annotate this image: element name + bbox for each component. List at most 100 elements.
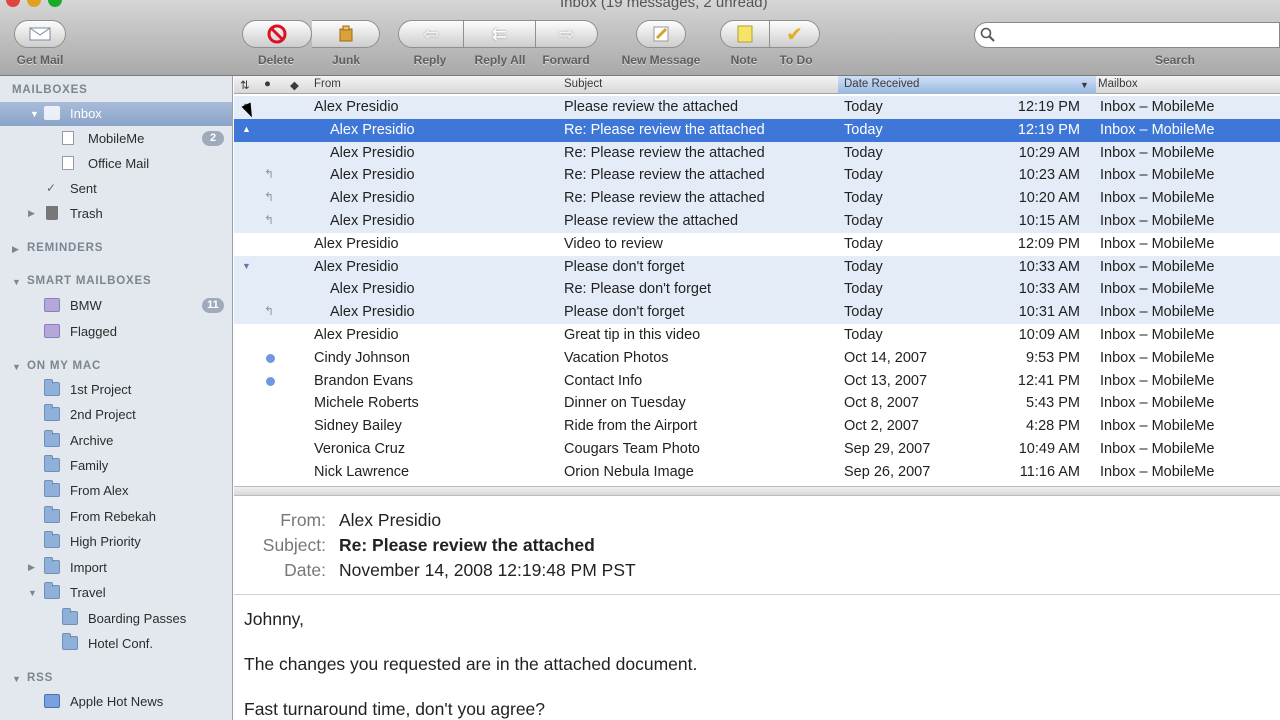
from-value[interactable]: Alex Presidio: [339, 510, 441, 531]
message-time: 10:29 AM: [1018, 144, 1080, 161]
disclosure-triangle-icon[interactable]: ▼: [12, 362, 21, 372]
message-subject: Great tip in this video: [564, 327, 701, 343]
subject-label: Subject:: [262, 535, 326, 555]
reply-all-button[interactable]: ⇇: [464, 20, 536, 48]
sidebar-item-inbox[interactable]: ▼ Inbox: [0, 102, 232, 126]
message-row[interactable]: Nick Lawrence Orion Nebula Image Sep 26, 2…: [234, 461, 1280, 484]
sidebar-item-folder[interactable]: ▼ Travel: [0, 581, 232, 605]
sidebar-item-flagged[interactable]: Flagged: [0, 320, 232, 344]
message-row[interactable]: ▲ Alex Presidio Re: Please review the atta…: [234, 118, 1280, 142]
subject-value: Re: Please review the attached: [339, 535, 595, 555]
message-mailbox: Inbox – MobileMe: [1100, 395, 1215, 412]
disclosure-triangle-icon[interactable]: ▼: [12, 674, 21, 684]
message-list: ⇅ ● ◆ From Subject Date Received ▼ Mailb…: [234, 76, 1280, 494]
message-from: Brandon Evans: [314, 372, 414, 389]
search-field[interactable]: [974, 22, 1280, 48]
minimize-window-button[interactable]: [27, 0, 41, 7]
compose-icon: [653, 26, 669, 42]
message-row[interactable]: Sidney Bailey Ride from the Airport Oct 2,…: [234, 415, 1280, 438]
message-mailbox: Inbox – MobileMe: [1100, 121, 1215, 138]
reminders-header: REMINDERS: [27, 242, 104, 254]
message-mailbox: Inbox – MobileMe: [1100, 441, 1215, 457]
message-subject: Please don't forget: [564, 258, 685, 275]
message-date: Oct 13, 2007: [844, 372, 928, 389]
sidebar-item-trash[interactable]: ▶ Trash: [0, 202, 232, 226]
body-paragraph: The changes you requested are in the att…: [244, 654, 698, 674]
sidebar-item-subfolder[interactable]: Boarding Passes: [0, 607, 232, 631]
thread-column-icon[interactable]: ⇅: [240, 78, 250, 92]
sidebar-item-subfolder[interactable]: Hotel Conf.: [0, 632, 232, 656]
sidebar-item-folder[interactable]: 1st Project: [0, 378, 232, 402]
sidebar-item-folder[interactable]: 2nd Project: [0, 403, 232, 427]
disclosure-triangle-icon: ▶: [28, 208, 35, 218]
disclosure-triangle-icon: ▼: [28, 588, 37, 598]
junk-label: Junk: [331, 53, 360, 67]
sidebar-item-folder[interactable]: Family: [0, 454, 232, 478]
disclosure-triangle-icon[interactable]: ▶: [12, 244, 19, 255]
unread-column-icon[interactable]: ●: [264, 78, 271, 90]
sidebar-item-folder[interactable]: From Alex: [0, 479, 232, 503]
junk-button[interactable]: [312, 20, 380, 48]
message-time: 10:20 AM: [1018, 190, 1080, 207]
message-row[interactable]: ↰ Alex Presidio Re: Please review the atta…: [234, 164, 1280, 188]
folder-icon: [44, 582, 60, 599]
note-button[interactable]: [720, 20, 770, 48]
message-row[interactable]: Alex Presidio Re: Please review the attac…: [234, 141, 1280, 165]
message-mailbox: Inbox – MobileMe: [1100, 99, 1215, 115]
column-subject[interactable]: Subject: [564, 78, 602, 90]
folder-icon: [44, 455, 60, 472]
message-from: Alex Presidio: [330, 121, 415, 138]
trash-icon: [46, 206, 58, 220]
message-row[interactable]: Alex Presidio Great tip in this video Toda…: [234, 324, 1280, 347]
sidebar-item-sent[interactable]: ✓ Sent: [0, 177, 232, 201]
message-row[interactable]: ↰ Alex Presidio Please don't forget Today 10…: [234, 301, 1280, 324]
sidebar-item-bmw[interactable]: BMW 11: [0, 294, 232, 318]
message-from: Veronica Cruz: [314, 441, 406, 457]
sidebar-item-folder[interactable]: High Priority: [0, 530, 232, 554]
sent-icon: ✓: [46, 181, 57, 195]
pane-splitter[interactable]: [234, 486, 1280, 496]
message-row[interactable]: ▼ Alex Presidio Please review the attached…: [234, 96, 1280, 119]
message-row[interactable]: Veronica Cruz Cougars Team Photo Sep 29, 2…: [234, 438, 1280, 461]
message-row[interactable]: Alex Presidio Video to review Today 12:09 P…: [234, 233, 1280, 256]
delete-button[interactable]: [242, 20, 312, 48]
message-time: 10:15 AM: [1018, 213, 1080, 229]
column-from[interactable]: From: [314, 78, 341, 90]
message-date: Today: [844, 213, 883, 229]
message-row[interactable]: Brandon Evans Contact Info Oct 13, 2007 12:…: [234, 370, 1280, 393]
message-row[interactable]: ▼ Alex Presidio Please don't forget Today 10…: [234, 255, 1280, 279]
sidebar-item-apple-hot-news[interactable]: Apple Hot News: [0, 690, 232, 714]
forward-button[interactable]: ⇨: [536, 20, 598, 48]
close-window-button[interactable]: [6, 0, 20, 7]
message-time: 12:41 PM: [1017, 372, 1080, 389]
new-message-button[interactable]: [636, 20, 686, 48]
thread-disclosure-icon[interactable]: ▼: [242, 261, 251, 271]
message-row[interactable]: ↰ Alex Presidio Re: Please review the atta…: [234, 187, 1280, 210]
sort-descending-icon: ▼: [1080, 80, 1089, 90]
column-mailbox[interactable]: Mailbox: [1098, 78, 1138, 90]
body-paragraph: Fast turnaround time, don't you agree?: [244, 699, 546, 719]
message-from: Alex Presidio: [314, 99, 399, 115]
zoom-window-button[interactable]: [48, 0, 62, 7]
disclosure-triangle-icon[interactable]: ▼: [12, 277, 21, 287]
message-subject: Re: Please review the attached: [564, 144, 765, 161]
message-row[interactable]: Alex Presidio Re: Please don't forget Toda…: [234, 278, 1280, 302]
column-date-received[interactable]: Date Received: [844, 78, 919, 90]
sidebar-item-folder[interactable]: Archive: [0, 429, 232, 453]
flag-column-icon[interactable]: ◆: [290, 78, 299, 92]
search-icon: [980, 27, 995, 42]
sidebar-item-office-mail[interactable]: Office Mail: [0, 152, 232, 176]
delete-icon: [267, 24, 287, 44]
todo-button[interactable]: ✔: [770, 20, 820, 48]
sidebar-item-folder[interactable]: From Rebekah: [0, 505, 232, 529]
message-mailbox: Inbox – MobileMe: [1100, 235, 1215, 252]
message-mailbox: Inbox – MobileMe: [1100, 144, 1215, 161]
message-row[interactable]: ↰ Alex Presidio Please review the attached…: [234, 210, 1280, 233]
sidebar-item-folder[interactable]: ▶ Import: [0, 556, 232, 580]
message-row[interactable]: Michele Roberts Dinner on Tuesday Oct 8, 2…: [234, 392, 1280, 415]
get-mail-button[interactable]: [14, 20, 66, 48]
sidebar-item-mobileme[interactable]: MobileMe 2: [0, 127, 232, 151]
message-row[interactable]: Cindy Johnson Vacation Photos Oct 14, 2007…: [234, 347, 1280, 370]
message-subject: Orion Nebula Image: [564, 463, 694, 480]
reply-button[interactable]: ⇦: [398, 20, 464, 48]
